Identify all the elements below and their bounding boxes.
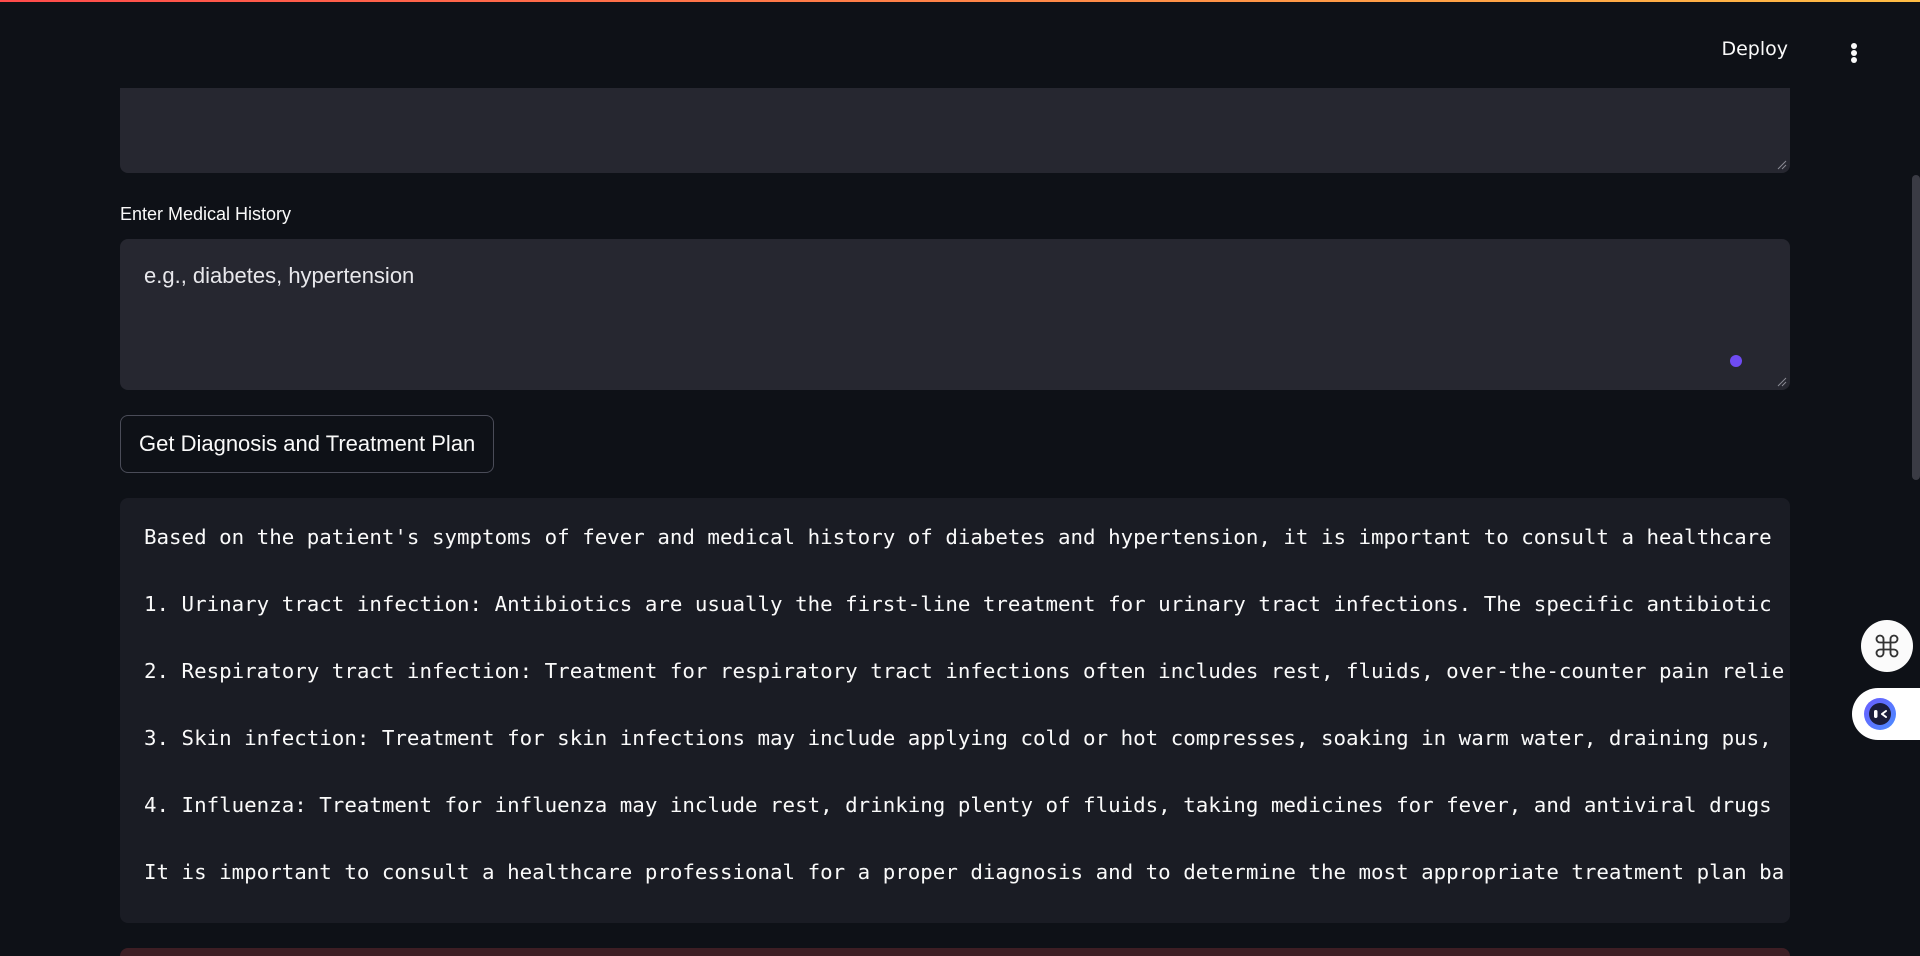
scrollbar-thumb[interactable]	[1912, 175, 1920, 480]
input-status-dot	[1730, 355, 1742, 367]
output-line: It is important to consult a healthcare …	[144, 860, 1785, 884]
resize-grip-icon[interactable]	[1777, 160, 1787, 170]
medical-history-label: Enter Medical History	[120, 204, 292, 224]
menu-dot	[1851, 43, 1857, 49]
menu-dot	[1851, 50, 1857, 56]
symptoms-textarea[interactable]	[120, 80, 1790, 173]
output-line: Based on the patient's symptoms of fever…	[144, 525, 1772, 549]
medical-history-text: e.g., diabetes, hypertension	[144, 263, 415, 288]
output-line: 3. Skin infection: Treatment for skin in…	[144, 726, 1772, 750]
menu-dot	[1851, 57, 1857, 63]
next-element-edge	[120, 948, 1790, 956]
get-diagnosis-button[interactable]: Get Diagnosis and Treatment Plan	[120, 415, 495, 473]
medical-history-textarea[interactable]: e.g., diabetes, hypertension	[120, 239, 1790, 390]
more-vertical-icon[interactable]	[1842, 38, 1866, 68]
output-line: 2. Respiratory tract infection: Treatmen…	[144, 659, 1785, 683]
output-line: 4. Influenza: Treatment for influenza ma…	[144, 793, 1772, 817]
assistant-face-glyph	[1864, 698, 1896, 730]
resize-grip-icon[interactable]	[1777, 377, 1787, 387]
command-glyph	[1875, 634, 1899, 658]
deploy-button[interactable]: Deploy	[1721, 38, 1788, 60]
output-line: 1. Urinary tract infection: Antibiotics …	[144, 592, 1772, 616]
app-header: Deploy	[0, 2, 1920, 88]
diagnosis-output: Based on the patient's symptoms of fever…	[120, 498, 1790, 923]
command-icon[interactable]	[1861, 620, 1913, 672]
assistant-extension-icon[interactable]	[1852, 688, 1920, 740]
